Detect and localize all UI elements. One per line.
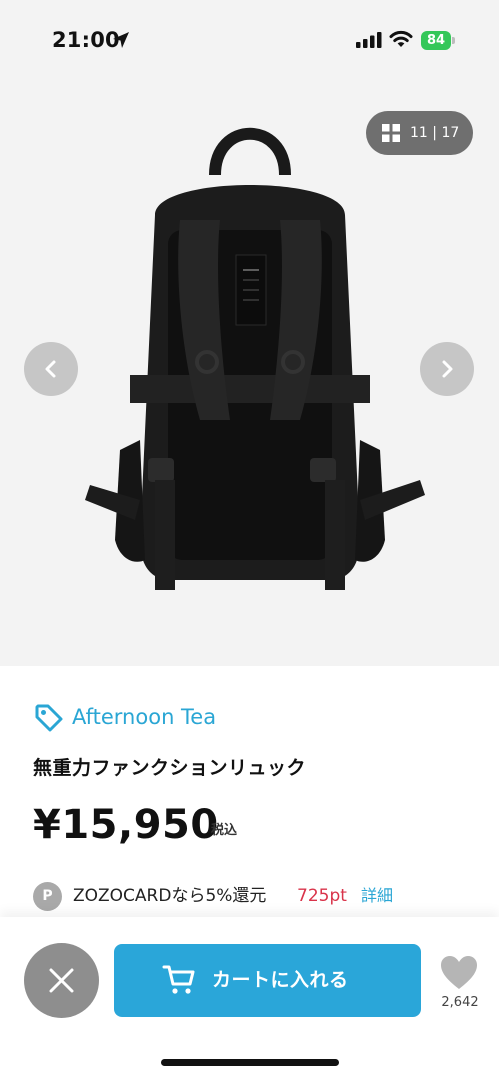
- points-value: 725pt: [297, 886, 347, 906]
- points-icon: P: [33, 882, 62, 911]
- previous-image-button[interactable]: [24, 342, 78, 396]
- points-detail-link[interactable]: 詳細: [361, 881, 393, 911]
- add-to-cart-button[interactable]: カートに入れる: [114, 944, 421, 1017]
- product-image: [85, 127, 425, 590]
- add-to-cart-label: カートに入れる: [212, 969, 349, 991]
- grid-icon: [382, 124, 400, 142]
- favorite-count: 2,642: [441, 995, 479, 1010]
- bottom-action-bar: カートに入れる 2,642: [0, 917, 499, 1080]
- close-icon: [49, 968, 74, 993]
- image-counter-label: 11 | 17: [410, 125, 460, 141]
- location-arrow-icon: [113, 32, 129, 48]
- cart-icon: [162, 965, 195, 994]
- chevron-right-icon: [442, 360, 453, 378]
- tax-label: 税込: [211, 823, 238, 838]
- signal-icon: [356, 32, 382, 48]
- status-time: 21:00: [52, 28, 120, 52]
- close-button[interactable]: [24, 943, 99, 1018]
- chevron-left-icon: [45, 360, 56, 378]
- product-price: ¥15,950: [33, 802, 219, 848]
- home-indicator: [161, 1059, 339, 1066]
- image-counter[interactable]: 11 | 17: [366, 111, 473, 155]
- battery-icon: 84: [421, 31, 455, 50]
- points-text: ZOZOCARDなら5%還元: [73, 886, 267, 906]
- heart-icon[interactable]: [440, 955, 478, 991]
- next-image-button[interactable]: [420, 342, 474, 396]
- product-image-gallery[interactable]: 11 | 17: [0, 70, 499, 666]
- status-bar: 21:00 84: [0, 0, 499, 70]
- product-title: 無重力ファンクションリュック: [33, 757, 307, 779]
- battery-level: 84: [426, 33, 446, 48]
- wifi-icon: [389, 30, 413, 47]
- brand-name: Afternoon Tea: [72, 705, 217, 729]
- tag-icon: [35, 704, 63, 732]
